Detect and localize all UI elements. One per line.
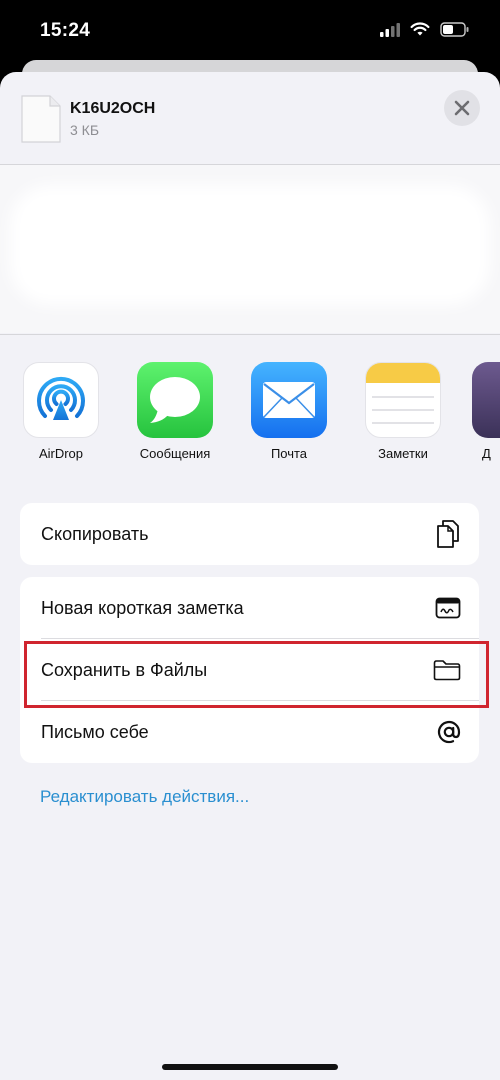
suggestions-divider (0, 334, 500, 335)
status-time: 15:24 (40, 20, 91, 41)
folder-icon (433, 660, 461, 681)
copy-icon (437, 520, 459, 548)
airdrop-icon (23, 362, 99, 438)
wifi-icon (410, 22, 430, 36)
mail-icon (251, 362, 327, 438)
app-label: Заметки (378, 446, 428, 461)
file-size: 3 КБ (70, 122, 100, 138)
app-partial[interactable]: Д (472, 362, 500, 461)
file-icon (21, 95, 61, 143)
signal-icon (380, 22, 400, 37)
app-label: Почта (270, 446, 308, 461)
suggestions-row (0, 165, 500, 333)
app-label: AirDrop (38, 446, 84, 461)
save-to-files-action[interactable]: Сохранить в Файлы (20, 639, 479, 701)
copy-action[interactable]: Скопировать (20, 503, 479, 565)
app-airdrop[interactable]: AirDrop (16, 362, 106, 461)
close-button[interactable] (444, 90, 480, 126)
share-header: K16U2OCH 3 КБ (0, 72, 500, 164)
new-quick-note-action[interactable]: Новая короткая заметка (20, 577, 479, 639)
copy-label: Скопировать (41, 523, 149, 544)
quick-note-icon (435, 597, 461, 619)
blurred-area (10, 185, 490, 305)
new-quick-note-label: Новая короткая заметка (41, 597, 244, 618)
app-label: Д (482, 446, 491, 461)
save-to-files-label: Сохранить в Файлы (41, 659, 208, 680)
app-icon (472, 362, 500, 438)
status-bar: 15:24 (0, 0, 500, 64)
actions-group-primary: Скопировать (20, 503, 479, 565)
edit-actions-link[interactable]: Редактировать действия... (40, 787, 249, 807)
battery-icon (440, 22, 469, 37)
app-mail[interactable]: Почта (244, 362, 334, 461)
messages-icon (137, 362, 213, 438)
share-sheet: K16U2OCH 3 КБ AirDrop Сообщения Почта За… (0, 72, 500, 1080)
at-icon (437, 720, 461, 744)
file-name: K16U2OCH (70, 100, 156, 117)
mail-to-self-label: Письмо себе (41, 721, 149, 742)
app-label: Сообщения (139, 446, 211, 461)
actions-group-secondary: Новая короткая заметка Сохранить в Файлы… (20, 577, 479, 763)
close-icon (454, 100, 470, 116)
mail-to-self-action[interactable]: Письмо себе (20, 701, 479, 763)
app-notes[interactable]: Заметки (358, 362, 448, 461)
notes-icon (365, 362, 441, 438)
app-messages[interactable]: Сообщения (130, 362, 220, 461)
home-indicator (162, 1064, 338, 1070)
status-icons (380, 22, 470, 37)
apps-row: AirDrop Сообщения Почта Заметки Д (0, 358, 500, 468)
